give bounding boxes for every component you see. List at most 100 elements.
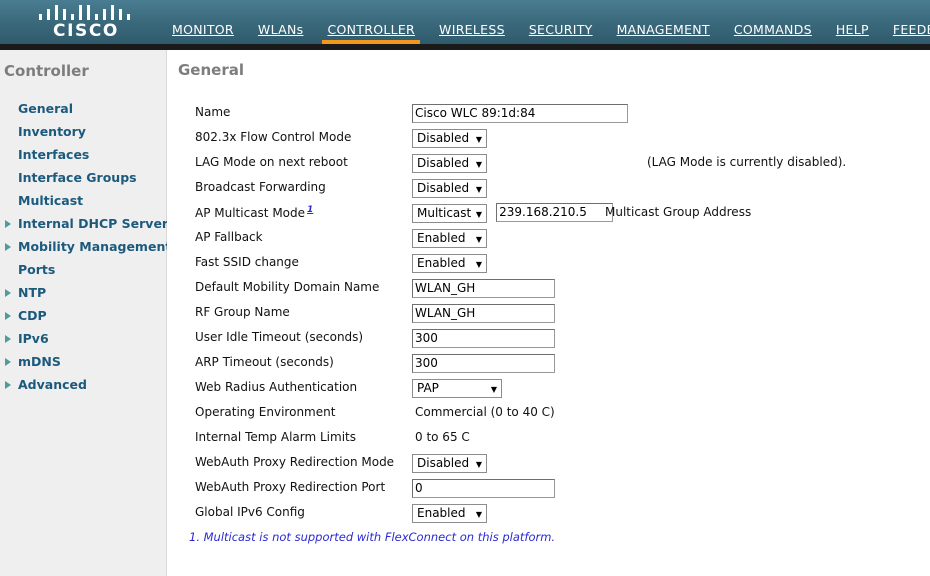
label-rf-group-name: RF Group Name — [195, 305, 290, 319]
cisco-logo-text: CISCO — [53, 21, 119, 41]
sidebar-item-internal-dhcp-server[interactable]: Internal DHCP Server — [0, 212, 169, 235]
name-input[interactable] — [412, 103, 628, 123]
field-lag-mode: Disabled — [412, 152, 487, 174]
sidebar-title: Controller — [4, 62, 89, 80]
user-idle-timeout-input[interactable] — [412, 328, 555, 348]
flow-control-select[interactable]: Disabled — [412, 129, 487, 149]
nav-item-help[interactable]: HELP — [836, 22, 869, 44]
label-operating-environment: Operating Environment — [195, 405, 336, 419]
rf-group-name-input[interactable] — [412, 303, 555, 323]
nav-item-commands[interactable]: COMMANDS — [734, 22, 812, 44]
sidebar-item-advanced[interactable]: Advanced — [0, 373, 166, 396]
webauth-redirection-port-input[interactable] — [412, 478, 555, 498]
sidebar-item-inventory[interactable]: Inventory — [0, 120, 166, 143]
chevron-right-icon — [5, 220, 11, 228]
label-ap-fallback: AP Fallback — [195, 230, 263, 244]
row-ap-fallback: AP Fallback Enabled — [167, 227, 930, 252]
webauth-redirection-mode-select[interactable]: Disabled — [412, 454, 487, 474]
label-mobility-domain: Default Mobility Domain Name — [195, 280, 380, 294]
app-header: CISCO MONITOR WLANs CONTROLLER WIRELESS SECU… — [0, 0, 930, 44]
sidebar-item-mobility-management[interactable]: Mobility Management — [0, 235, 171, 258]
mobility-domain-input[interactable] — [412, 278, 555, 298]
chevron-right-icon — [5, 243, 11, 251]
sidebar-item-label: Internal DHCP Server — [18, 216, 169, 231]
field-web-radius-auth: PAP — [412, 377, 502, 399]
sidebar-item-interface-groups[interactable]: Interface Groups — [0, 166, 166, 189]
fast-ssid-change-select[interactable]: Enabled — [412, 254, 487, 274]
sidebar-item-label: Multicast — [18, 193, 84, 208]
label-fast-ssid-change: Fast SSID change — [195, 255, 299, 269]
sidebar-item-label: Inventory — [18, 124, 86, 139]
nav-item-monitor[interactable]: MONITOR — [172, 22, 234, 44]
multicast-group-address-input[interactable] — [496, 202, 614, 222]
row-fast-ssid-change: Fast SSID change Enabled — [167, 252, 930, 277]
row-webauth-redirection-mode: WebAuth Proxy Redirection Mode Disabled — [167, 452, 930, 477]
logo-bar — [71, 14, 74, 20]
label-ap-multicast-mode: AP Multicast Mode 1 — [195, 205, 313, 220]
arp-timeout-input[interactable] — [412, 353, 555, 373]
general-settings-form: Name 802.3x Flow Control Mode Disabled L… — [167, 102, 930, 552]
row-operating-environment: Operating Environment Commercial (0 to 4… — [167, 402, 930, 427]
ap-fallback-select[interactable]: Enabled — [412, 229, 487, 249]
nav-item-security[interactable]: SECURITY — [529, 22, 593, 44]
label-lag-mode: LAG Mode on next reboot — [195, 155, 348, 169]
nav-item-label: MONITOR — [172, 22, 234, 37]
field-mobility-domain — [412, 277, 555, 298]
nav-item-feedback[interactable]: FEEDBACK — [893, 22, 930, 44]
sidebar-item-label: NTP — [18, 285, 47, 300]
nav-item-wlans[interactable]: WLANs — [258, 22, 304, 44]
ap-multicast-mode-select[interactable]: Multicast — [412, 204, 487, 224]
sidebar-item-ntp[interactable]: NTP — [0, 281, 166, 304]
global-ipv6-config-select[interactable]: Enabled — [412, 504, 487, 524]
broadcast-forwarding-select[interactable]: Disabled — [412, 179, 487, 199]
row-flow-control: 802.3x Flow Control Mode Disabled — [167, 127, 930, 152]
chevron-right-icon — [5, 358, 11, 366]
sidebar-item-label: Mobility Management — [18, 239, 172, 254]
logo-bar — [111, 5, 114, 20]
sidebar-item-ipv6[interactable]: IPv6 — [0, 327, 166, 350]
logo-bar — [119, 9, 122, 20]
nav-item-wireless[interactable]: WIRELESS — [439, 22, 505, 44]
nav-item-label: FEEDBACK — [892, 22, 930, 37]
chevron-right-icon — [5, 335, 11, 343]
nav-item-controller[interactable]: CONTROLLER — [322, 22, 420, 44]
web-radius-auth-select[interactable]: PAP — [412, 379, 502, 399]
row-user-idle-timeout: User Idle Timeout (seconds) — [167, 327, 930, 352]
logo-bar — [95, 14, 98, 20]
sidebar-item-label: IPv6 — [18, 331, 49, 346]
label-ap-multicast-mode-text: AP Multicast Mode — [195, 206, 306, 220]
row-mobility-domain: Default Mobility Domain Name — [167, 277, 930, 302]
footnote-marker-link[interactable]: 1 — [307, 205, 313, 215]
label-flow-control: 802.3x Flow Control Mode — [195, 130, 352, 144]
field-name — [412, 102, 628, 123]
row-broadcast-forwarding: Broadcast Forwarding Disabled — [167, 177, 930, 202]
sidebar-item-ports[interactable]: Ports — [0, 258, 166, 281]
sidebar-item-multicast[interactable]: Multicast — [0, 189, 166, 212]
logo-bar — [79, 5, 82, 20]
logo-bar — [47, 9, 50, 20]
nav-item-label: WIRELESS — [439, 22, 505, 37]
sidebar-item-interfaces[interactable]: Interfaces — [0, 143, 166, 166]
sidebar-item-general[interactable]: General — [0, 97, 166, 120]
lag-mode-select[interactable]: Disabled — [412, 154, 487, 174]
sidebar-item-label: Ports — [18, 262, 56, 277]
nav-item-management[interactable]: MANAGEMENT — [617, 22, 710, 44]
label-global-ipv6-config: Global IPv6 Config — [195, 505, 305, 519]
nav-item-label: MANAGEMENT — [616, 22, 710, 37]
sidebar-item-cdp[interactable]: CDP — [0, 304, 166, 327]
logo-bar — [87, 5, 90, 20]
field-global-ipv6-config: Enabled — [412, 502, 487, 524]
nav-item-label: SECURITY — [528, 22, 593, 37]
chevron-right-icon — [5, 381, 11, 389]
label-webauth-redirection-mode: WebAuth Proxy Redirection Mode — [195, 455, 395, 469]
main-navigation: MONITOR WLANs CONTROLLER WIRELESS SECURITY MA… — [172, 0, 930, 44]
label-temp-alarm-limits: Internal Temp Alarm Limits — [195, 430, 356, 444]
label-arp-timeout: ARP Timeout (seconds) — [195, 355, 334, 369]
label-name: Name — [195, 105, 231, 119]
field-rf-group-name — [412, 302, 555, 323]
sidebar-item-label: General — [18, 101, 73, 116]
label-web-radius-auth: Web Radius Authentication — [195, 380, 358, 394]
sidebar-item-mdns[interactable]: mDNS — [0, 350, 166, 373]
row-name: Name — [167, 102, 930, 127]
logo-bar — [63, 9, 66, 20]
